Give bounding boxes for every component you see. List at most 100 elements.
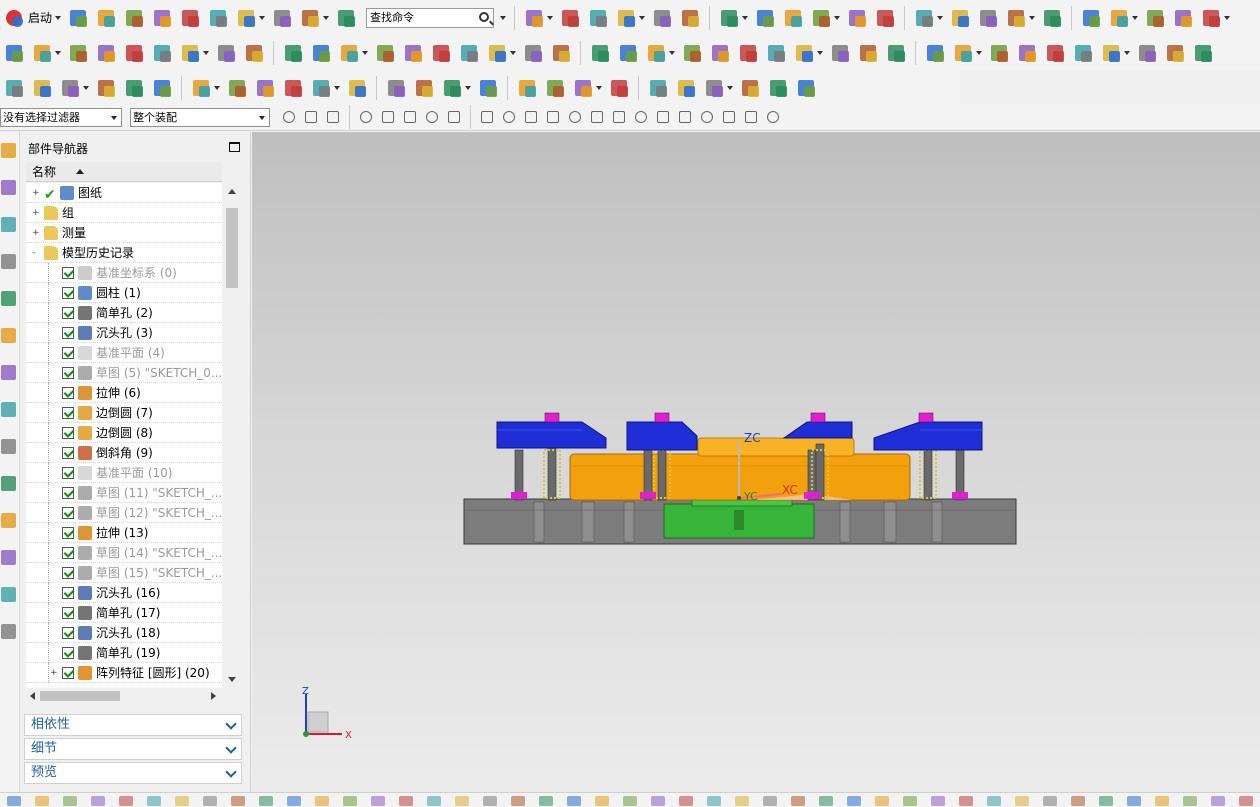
feature-checkbox[interactable] — [62, 527, 74, 539]
snap-point-icon[interactable] — [699, 109, 715, 125]
feature-checkbox[interactable] — [62, 487, 74, 499]
utility-tool-icon[interactable] — [572, 77, 594, 99]
bottom-tool-icon[interactable] — [931, 796, 945, 806]
feature-tool-icon[interactable] — [310, 42, 332, 64]
bottom-tool-icon[interactable] — [1099, 796, 1113, 806]
tree-row[interactable]: 简单孔 (2) — [26, 303, 222, 323]
feature-tool-icon[interactable] — [151, 42, 173, 64]
snap-point-icon[interactable] — [325, 109, 341, 125]
command-search-input[interactable]: 查找命令 — [366, 7, 495, 28]
scroll-right-icon[interactable] — [211, 692, 216, 700]
bottom-tool-icon[interactable] — [847, 796, 861, 806]
snap-point-icon[interactable] — [589, 109, 605, 125]
resource-tab-icon[interactable] — [0, 436, 18, 458]
dropdown-arrow-icon[interactable] — [669, 50, 675, 55]
utility-tool-icon[interactable] — [703, 77, 725, 99]
bottom-tool-icon[interactable] — [147, 796, 161, 806]
toolbar-tool-icon[interactable] — [1172, 7, 1194, 29]
feature-checkbox[interactable] — [62, 547, 74, 559]
bottom-tool-icon[interactable] — [175, 796, 189, 806]
bottom-tool-icon[interactable] — [259, 796, 273, 806]
feature-checkbox[interactable] — [62, 307, 74, 319]
tree-row[interactable]: 沉头孔 (3) — [26, 323, 222, 343]
open-folder-icon[interactable] — [95, 7, 117, 29]
toolbar-tool-icon[interactable] — [615, 7, 637, 29]
utility-tool-icon[interactable] — [190, 77, 212, 99]
feature-checkbox[interactable] — [62, 607, 74, 619]
toolbar-tool-icon[interactable] — [1080, 7, 1102, 29]
feature-tool-icon[interactable] — [123, 42, 145, 64]
feature-tool-icon[interactable] — [402, 42, 424, 64]
feature-tool-icon[interactable] — [31, 42, 53, 64]
utility-tool-icon[interactable] — [282, 77, 304, 99]
resource-tab-icon[interactable] — [0, 288, 18, 310]
selection-filter-dropdown[interactable]: 没有选择过滤器 — [0, 107, 122, 127]
collapse-icon[interactable]: - — [32, 249, 39, 258]
assembly-scope-dropdown[interactable]: 整个装配 — [130, 107, 270, 127]
bottom-tool-icon[interactable] — [1071, 796, 1085, 806]
bottom-tool-icon[interactable] — [763, 796, 777, 806]
snap-point-icon[interactable] — [655, 109, 671, 125]
toolbar-tool-icon[interactable] — [718, 7, 740, 29]
dropdown-arrow-icon[interactable] — [596, 85, 602, 90]
preview-panel[interactable]: 预览 — [24, 762, 242, 784]
dropdown-arrow-icon[interactable] — [834, 15, 841, 20]
dropdown-arrow-icon[interactable] — [334, 85, 340, 90]
snap-point-icon[interactable] — [402, 109, 418, 125]
tree-row[interactable]: 边倒圆 (7) — [26, 403, 222, 423]
utility-tool-icon[interactable] — [544, 77, 566, 99]
feature-tool-icon[interactable] — [765, 42, 787, 64]
resource-tab-icon[interactable] — [0, 177, 18, 199]
bottom-tool-icon[interactable] — [119, 796, 133, 806]
feature-tool-icon[interactable] — [1192, 42, 1214, 64]
bottom-tool-icon[interactable] — [343, 796, 357, 806]
tree-row[interactable]: 草图 (5) "SKETCH_0... — [26, 363, 222, 383]
scroll-thumb[interactable] — [226, 208, 238, 288]
bottom-tool-icon[interactable] — [707, 796, 721, 806]
column-header-name[interactable]: 名称 — [26, 162, 222, 182]
feature-checkbox[interactable] — [62, 447, 74, 459]
expand-icon[interactable]: + — [32, 209, 40, 218]
toolbar-tool-icon[interactable] — [874, 7, 896, 29]
dropdown-arrow-icon[interactable] — [465, 85, 471, 90]
feature-tool-icon[interactable] — [681, 42, 703, 64]
toolbar-tool-icon[interactable] — [1108, 7, 1130, 29]
feature-checkbox[interactable] — [62, 427, 74, 439]
resource-tab-icon[interactable] — [0, 399, 18, 421]
dropdown-arrow-icon[interactable] — [639, 15, 646, 20]
dropdown-arrow-icon[interactable] — [259, 15, 266, 20]
snap-point-icon[interactable] — [765, 109, 781, 125]
scroll-down-icon[interactable] — [228, 677, 236, 682]
feature-tool-icon[interactable] — [522, 42, 544, 64]
resource-tab-icon[interactable] — [0, 547, 18, 569]
snap-point-icon[interactable] — [424, 109, 440, 125]
snap-point-icon[interactable] — [358, 109, 374, 125]
feature-tool-icon[interactable] — [3, 42, 25, 64]
feature-checkbox[interactable] — [62, 627, 74, 639]
toolbar-tool-icon[interactable] — [977, 7, 999, 29]
feature-checkbox[interactable] — [62, 467, 74, 479]
bottom-tool-icon[interactable] — [679, 796, 693, 806]
bottom-tool-icon[interactable] — [371, 796, 385, 806]
snap-point-icon[interactable] — [611, 109, 627, 125]
feature-tool-icon[interactable] — [617, 42, 639, 64]
toolbar-tool-icon[interactable] — [846, 7, 868, 29]
feature-tool-icon[interactable] — [1072, 42, 1094, 64]
scroll-up-icon[interactable] — [228, 189, 236, 194]
bottom-tool-icon[interactable] — [1155, 796, 1169, 806]
feature-tool-icon[interactable] — [282, 42, 304, 64]
tree-row[interactable]: 圆柱 (1) — [26, 283, 222, 303]
dropdown-arrow-icon[interactable] — [1029, 15, 1036, 20]
utility-tool-icon[interactable] — [3, 77, 25, 99]
redo-icon[interactable] — [271, 7, 293, 29]
bottom-tool-icon[interactable] — [7, 796, 21, 806]
feature-tool-icon[interactable] — [645, 42, 667, 64]
bottom-tool-icon[interactable] — [567, 796, 581, 806]
feature-checkbox[interactable] — [62, 387, 74, 399]
utility-tool-icon[interactable] — [675, 77, 697, 99]
feature-checkbox[interactable] — [62, 587, 74, 599]
tree-row[interactable]: 沉头孔 (16) — [26, 583, 222, 603]
bottom-tool-icon[interactable] — [399, 796, 413, 806]
utility-tool-icon[interactable] — [608, 77, 630, 99]
dropdown-arrow-icon[interactable] — [817, 50, 823, 55]
